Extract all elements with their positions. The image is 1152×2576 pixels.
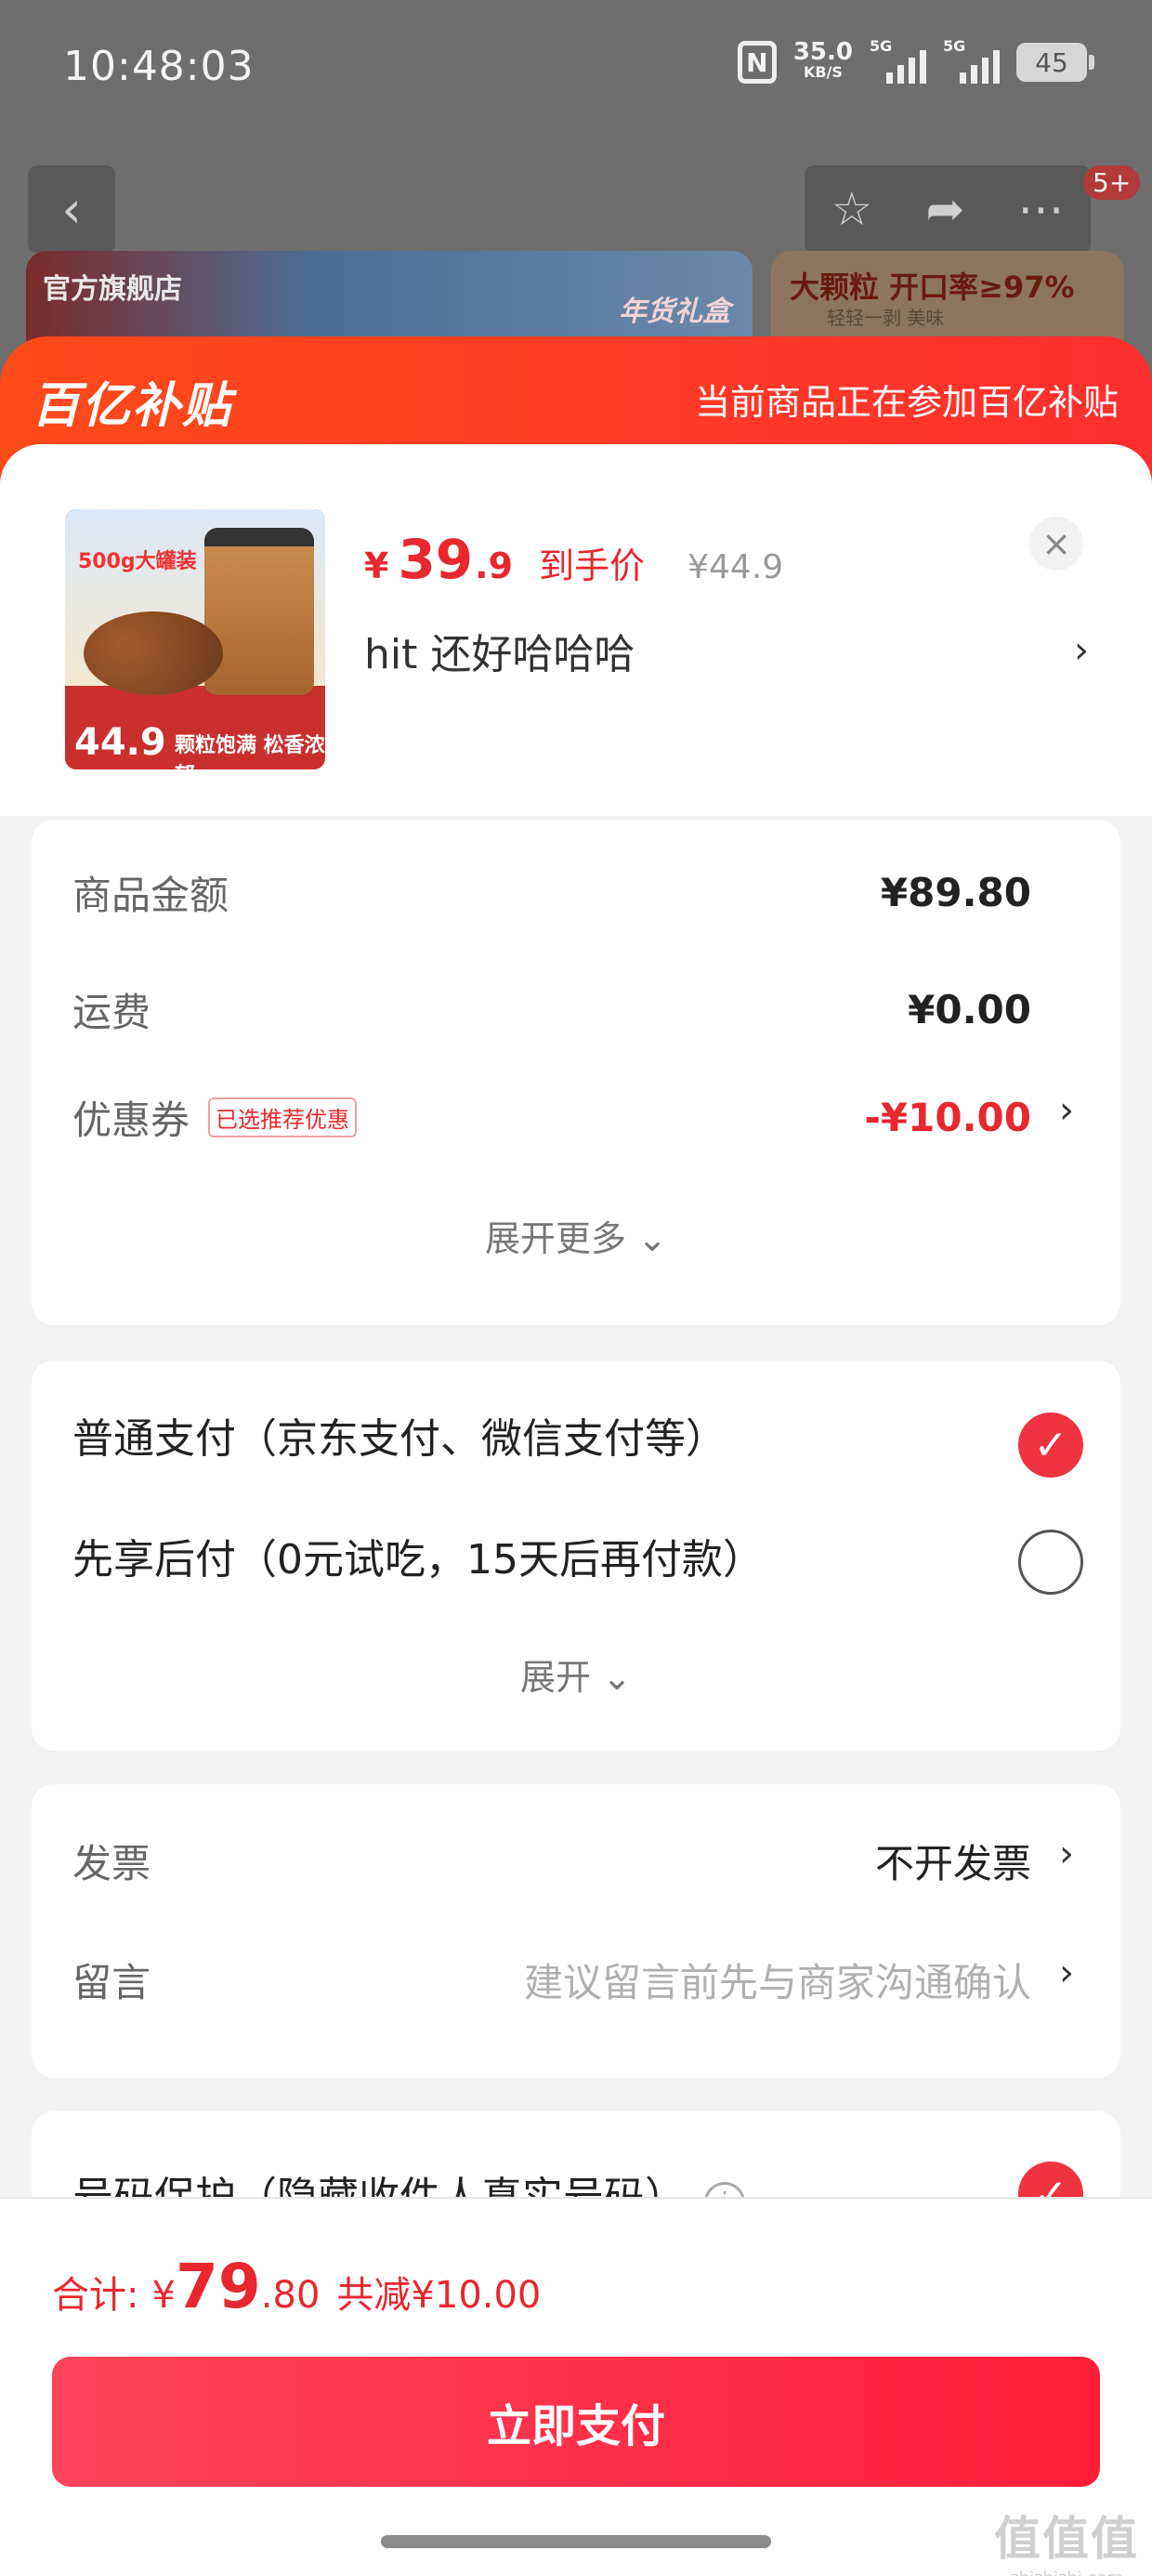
status-icons: N 35.0 KB/S 5G 5G 45 xyxy=(737,37,1094,84)
total-currency: ¥ xyxy=(151,2274,176,2317)
original-price: ¥44.9 xyxy=(687,548,784,586)
shop-banner-title: 官方旗舰店 xyxy=(43,273,182,306)
message-placeholder: 建议留言前先与商家沟通确认 xyxy=(523,1960,1031,2005)
invoice-value: 不开发票 xyxy=(874,1841,1031,1886)
chevron-right-icon: › xyxy=(1074,629,1089,672)
message-row[interactable]: 留言 建议留言前先与商家沟通确认 xyxy=(72,1952,1031,2008)
product-image: 500g大罐装 44.9 颗粒饱满 松香浓郁 xyxy=(65,509,325,769)
shipping-label: 运费 xyxy=(72,990,151,1035)
privacy-card: 号码保护（隐藏收件人真实号码） i ✓ xyxy=(32,2111,1120,2197)
top-actions: ☆ ➦ ⋯ xyxy=(805,165,1091,253)
payment-option-normal-label: 普通支付（京东支付、微信支付等） xyxy=(72,1415,727,1463)
total-saving: 共减¥10.00 xyxy=(336,2274,542,2317)
checkout-footer: 合计: ¥ 79 .80 共减¥10.00 立即支付 值值值 zhizhizhi… xyxy=(0,2197,1152,2576)
status-time: 10:48:03 xyxy=(63,43,255,90)
goods-amount-value: ¥89.80 xyxy=(880,870,1031,915)
payment-option-later-label: 先享后付（0元试吃，15天后再付款） xyxy=(72,1536,764,1584)
promo-banner-sub: 轻轻一剥 美味 xyxy=(827,307,945,329)
watermark: 值值值 zhizhizhi.com xyxy=(994,2512,1139,2576)
spec-selector[interactable]: hit 还好哈哈哈 › xyxy=(364,623,1089,678)
total-label: 合计: xyxy=(52,2274,139,2317)
battery-icon: 45 xyxy=(1016,43,1094,82)
checkmark-icon: ✓ xyxy=(1033,2170,1068,2198)
shop-banner-tag: 年货礼盒 xyxy=(619,296,730,328)
extras-card: 发票 不开发票 › 留言 建议留言前先与商家沟通确认 › xyxy=(32,1784,1120,2078)
invoice-row[interactable]: 发票 不开发票 xyxy=(72,1833,1031,1889)
expand-more-link[interactable]: 展开更多 ⌄ xyxy=(32,1210,1120,1261)
payment-option-later[interactable]: 先享后付（0元试吃，15天后再付款） xyxy=(72,1526,1031,1585)
star-icon[interactable]: ☆ xyxy=(831,182,873,236)
payment-method-card: 普通支付（京东支付、微信支付等） ✓ 先享后付（0元试吃，15天后再付款） 展开… xyxy=(32,1360,1120,1751)
subsidy-logo: 百亿补贴 xyxy=(32,378,233,434)
message-badge: 5+ xyxy=(1083,165,1141,200)
payment-option-normal[interactable]: 普通支付（京东支付、微信支付等） xyxy=(72,1405,1031,1465)
coupon-tag: 已选推荐优惠 xyxy=(208,1097,358,1137)
coupon-value: -¥10.00 xyxy=(864,1095,1031,1140)
chevron-right-icon[interactable]: › xyxy=(1059,1952,1074,1994)
spec-text: hit 还好哈哈哈 xyxy=(364,631,635,678)
total-row: 合计: ¥ 79 .80 共减¥10.00 xyxy=(52,2251,541,2322)
close-icon: × xyxy=(1041,523,1071,564)
product-image-slogan: 颗粒饱满 松香浓郁 xyxy=(175,734,325,769)
final-price-label: 到手价 xyxy=(539,545,646,586)
signal-icon-2: 5G xyxy=(943,37,1000,84)
checkout-sheet: 500g大罐装 44.9 颗粒饱满 松香浓郁 ¥ 39 .9 到手价 ¥44.9… xyxy=(0,444,1152,2197)
payment-option-normal-radio[interactable]: ✓ xyxy=(1018,1413,1083,1478)
price-decimal: .9 xyxy=(475,545,514,586)
product-image-label: 500g大罐装 xyxy=(78,550,197,573)
nfc-icon: N xyxy=(737,41,777,84)
chevron-right-icon[interactable]: › xyxy=(1059,1833,1074,1875)
payment-option-later-radio[interactable] xyxy=(1018,1530,1083,1595)
product-image-price: 44.9 xyxy=(74,721,166,764)
expand-payment-link[interactable]: 展开 ⌄ xyxy=(32,1649,1120,1700)
info-icon[interactable]: i xyxy=(704,2181,745,2197)
price-summary-card: 商品金额 ¥89.80 运费 ¥0.00 优惠券 已选推荐优惠 -¥10.00 … xyxy=(32,820,1120,1325)
coupon-row[interactable]: 优惠券 已选推荐优惠 -¥10.00 xyxy=(72,1089,1031,1146)
price-currency: ¥ xyxy=(364,545,389,586)
promo-banner-title: 大颗粒 开口率≥97% xyxy=(790,269,1075,305)
total-decimal: .80 xyxy=(260,2274,321,2317)
back-button[interactable]: ‹ xyxy=(28,165,115,253)
product-summary: 500g大罐装 44.9 颗粒饱满 松香浓郁 ¥ 39 .9 到手价 ¥44.9… xyxy=(0,444,1152,816)
invoice-label: 发票 xyxy=(72,1841,151,1886)
subsidy-note: 当前商品正在参加百亿补贴 xyxy=(694,382,1119,423)
chevron-left-icon: ‹ xyxy=(61,179,82,239)
pay-now-button[interactable]: 立即支付 xyxy=(52,2357,1100,2487)
shipping-row: 运费 ¥0.00 xyxy=(72,981,1031,1038)
price-row: ¥ 39 .9 到手价 ¥44.9 xyxy=(364,528,783,591)
home-indicator[interactable] xyxy=(381,2535,771,2548)
signal-icon: 5G xyxy=(870,37,926,84)
checkmark-icon: ✓ xyxy=(1033,1421,1068,1469)
coupon-label: 优惠券 xyxy=(72,1097,190,1143)
price-integer: 39 xyxy=(398,528,474,591)
privacy-label-group: 号码保护（隐藏收件人真实号码） i xyxy=(72,2163,745,2197)
chevron-right-icon[interactable]: › xyxy=(1059,1089,1074,1132)
status-bar: 10:48:03 N 35.0 KB/S 5G 5G 45 xyxy=(0,0,1152,139)
share-icon[interactable]: ➦ xyxy=(925,182,964,236)
coupon-label-group: 优惠券 已选推荐优惠 xyxy=(72,1089,358,1146)
chevron-down-icon: ⌄ xyxy=(602,1657,632,1698)
chevron-down-icon: ⌄ xyxy=(637,1218,667,1259)
goods-amount-row: 商品金额 ¥89.80 xyxy=(72,864,1031,921)
message-label: 留言 xyxy=(72,1960,151,2005)
more-icon[interactable]: ⋯ xyxy=(1017,182,1064,236)
total-integer: 79 xyxy=(175,2251,261,2322)
shipping-value: ¥0.00 xyxy=(908,987,1031,1032)
goods-amount-label: 商品金额 xyxy=(72,873,229,918)
privacy-row: 号码保护（隐藏收件人真实号码） i xyxy=(72,2163,1031,2197)
background-page: 10:48:03 N 35.0 KB/S 5G 5G 45 ‹ ☆ ➦ ⋯ 5+… xyxy=(0,0,1152,390)
close-button[interactable]: × xyxy=(1029,517,1083,571)
network-speed: 35.0 KB/S xyxy=(792,38,853,81)
privacy-label: 号码保护（隐藏收件人真实号码） xyxy=(72,2174,686,2197)
